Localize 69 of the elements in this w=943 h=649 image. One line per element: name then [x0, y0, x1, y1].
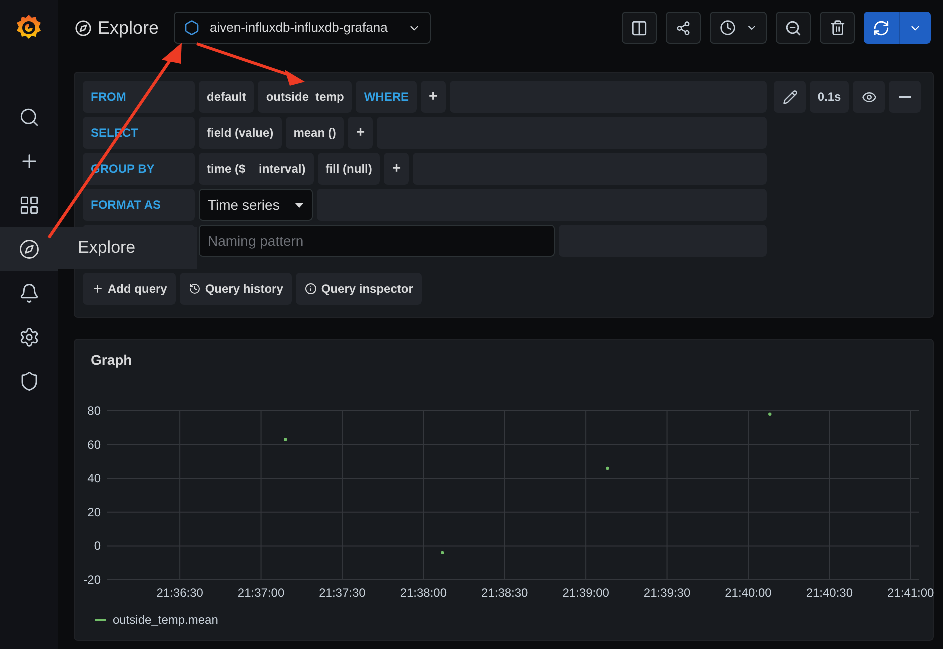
refresh-icon — [873, 20, 890, 36]
query-keyword[interactable]: WHERE — [356, 81, 418, 113]
format-select[interactable]: Time series — [199, 189, 313, 221]
x-axis-label: 21:36:30 — [156, 586, 204, 600]
query-segment[interactable]: fill (null) — [318, 153, 380, 185]
query-segment[interactable]: mean () — [286, 117, 344, 149]
zoom-out-icon — [785, 20, 802, 36]
caret-down-icon — [295, 202, 304, 208]
query-action-button[interactable]: Query inspector — [296, 273, 422, 305]
page-title: Explore — [98, 16, 160, 40]
pencil-icon — [782, 90, 798, 104]
zoom-out-button[interactable] — [776, 12, 811, 44]
search-icon — [18, 106, 40, 128]
x-axis-label: 21:38:00 — [400, 586, 448, 600]
add-segment-button[interactable]: + — [384, 153, 410, 185]
x-axis-label: 21:37:30 — [319, 586, 366, 600]
y-axis-label: 40 — [88, 472, 101, 486]
trash-icon — [830, 20, 846, 36]
time-picker-button[interactable] — [710, 12, 767, 44]
remove-query-button[interactable] — [889, 81, 921, 113]
y-axis-label: 80 — [88, 404, 101, 418]
clock-icon — [720, 20, 736, 36]
eye-icon — [862, 90, 876, 104]
query-label: FROM — [83, 81, 195, 113]
x-axis-label: 21:38:30 — [482, 586, 528, 600]
y-axis-label: 60 — [88, 438, 101, 452]
x-axis-label: 21:40:30 — [806, 586, 854, 600]
share-icon — [676, 20, 691, 36]
add-segment-button[interactable]: + — [348, 117, 374, 149]
compass-icon — [75, 20, 92, 36]
query-action-button[interactable]: Query history — [180, 273, 292, 305]
query-action-button[interactable]: Add query — [83, 273, 176, 305]
alias-input[interactable]: Naming pattern — [199, 225, 555, 257]
minus-icon — [899, 96, 911, 98]
grid-icon — [18, 194, 40, 216]
settings-icon — [18, 326, 40, 348]
y-axis-label: 0 — [94, 539, 101, 554]
delete-button[interactable] — [820, 12, 855, 44]
info-icon — [305, 283, 318, 295]
panel-title: Graph — [90, 351, 134, 370]
x-axis-label: 21:41:00 — [888, 586, 934, 600]
x-axis-label: 21:40:00 — [725, 586, 772, 600]
split-icon — [631, 20, 648, 36]
x-axis-label: 21:39:30 — [644, 586, 691, 600]
x-axis-label: 21:39:00 — [562, 586, 610, 600]
refresh-button[interactable] — [864, 12, 900, 44]
toggle-visibility-button[interactable] — [853, 81, 885, 113]
query-duration: 0.1s — [810, 81, 849, 113]
sidebar-item[interactable] — [0, 227, 58, 271]
share-button[interactable] — [666, 12, 701, 44]
query-segment[interactable]: field (value) — [199, 117, 282, 149]
datasource-icon — [184, 20, 200, 36]
plus-icon — [92, 283, 104, 295]
legend-label[interactable]: outside_temp.mean — [113, 611, 218, 629]
datasource-picker[interactable]: aiven-influxdb-influxdb-grafana — [174, 12, 432, 44]
x-axis-label: 21:37:00 — [238, 586, 285, 600]
y-axis-label: -20 — [84, 573, 101, 587]
split-button[interactable] — [622, 12, 657, 44]
bell-icon — [18, 282, 40, 304]
edit-button[interactable] — [774, 81, 806, 113]
query-segment[interactable]: outside_temp — [258, 81, 352, 113]
query-segment[interactable]: default — [199, 81, 254, 113]
query-label: FORMAT AS — [83, 189, 195, 221]
compass-icon — [18, 238, 40, 260]
sidebar-tooltip: Explore — [58, 227, 197, 269]
history-icon — [189, 283, 202, 295]
query-segment[interactable]: time ($__interval) — [199, 153, 314, 185]
y-axis-label: 20 — [88, 505, 101, 520]
add-segment-button[interactable]: + — [421, 81, 446, 113]
